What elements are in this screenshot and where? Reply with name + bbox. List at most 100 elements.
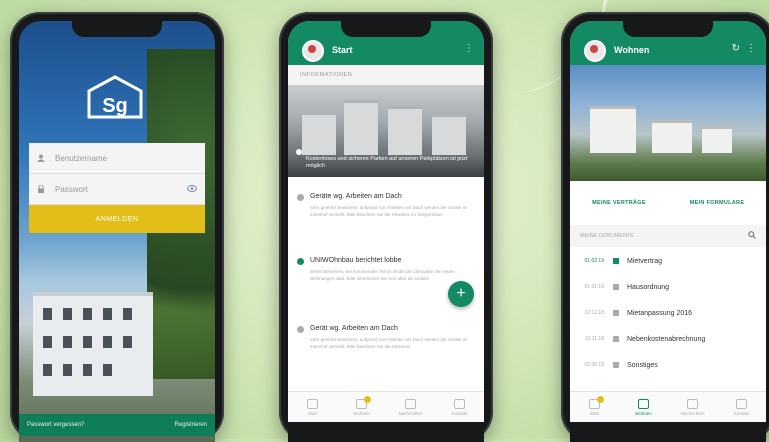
tab-label: Nachrichten <box>398 410 423 416</box>
phone-chin <box>570 422 766 442</box>
house-icon <box>638 398 649 409</box>
tab-label: Wohnen <box>353 410 370 416</box>
sg-logo: Sg <box>87 75 143 119</box>
mail-icon <box>687 398 698 409</box>
hero-text: Kostenloses und sicheres Parken auf unse… <box>306 155 468 170</box>
login-button[interactable]: ANMELDEN <box>29 205 205 233</box>
more-icon[interactable]: ⋮ <box>464 43 474 54</box>
document-label: Mietvertrag <box>627 257 663 265</box>
document-icon <box>613 310 619 316</box>
refresh-icon[interactable]: ↻ <box>732 43 740 54</box>
phone-notch <box>72 21 162 37</box>
news-dot-icon <box>297 326 304 333</box>
username-field[interactable]: Benutzername <box>29 143 205 174</box>
news-title: Gerät wg. Arbeiten am Dach <box>310 325 398 332</box>
news-body: Sehr geehrte Bewohner, aufgrund von Arbe… <box>310 205 468 218</box>
bottom-nav: Start Wohnen Nachrichten Kontakt <box>570 391 766 422</box>
search-placeholder: MEINE DOKUMENTE <box>580 233 635 239</box>
building-hero-image <box>570 65 766 181</box>
tab-label: Kontakt <box>733 410 750 416</box>
tab-label: Kontakt <box>451 410 468 416</box>
tab-meine-vertraege[interactable]: MEINE VERTRÄGE <box>570 181 668 225</box>
tab-nachrichten[interactable]: Nachrichten <box>668 392 717 422</box>
list-item[interactable]: Geräte wg. Arbeiten am Dach Sehr geehrte… <box>288 193 484 218</box>
phone-start: Start ⋮ INFORMATIONEN Kostenloses und si… <box>279 12 493 442</box>
add-button[interactable]: + <box>448 281 474 307</box>
page-title: Start <box>332 45 353 55</box>
building-image <box>33 292 153 396</box>
tab-bar: MEINE VERTRÄGE MEIN FORMULARE <box>570 181 766 226</box>
news-dot-icon <box>297 194 304 201</box>
phone-chin <box>288 422 484 442</box>
notification-badge <box>596 396 604 403</box>
tab-mein-formulare[interactable]: MEIN FORMULARE <box>668 181 766 225</box>
phone-wohnen: Wohnen ↻ ⋮ MEINE VERTRÄGE MEIN FORMULARE… <box>561 12 769 442</box>
news-title: Geräte wg. Arbeiten am Dach <box>310 193 402 200</box>
start-screen: Start ⋮ INFORMATIONEN Kostenloses und si… <box>288 21 484 442</box>
document-date: 12.12.18 <box>584 310 604 316</box>
avatar[interactable] <box>302 40 324 62</box>
eye-icon[interactable] <box>187 185 197 194</box>
document-date: 02.05.18 <box>584 362 604 368</box>
document-icon <box>613 362 619 368</box>
search-icon[interactable] <box>748 231 756 241</box>
tab-start[interactable]: Start <box>570 392 619 422</box>
document-label: Sonstiges <box>627 361 658 369</box>
document-label: Mietanpassung 2016 <box>627 309 692 317</box>
page-title: Wohnen <box>614 45 650 55</box>
document-label: Hausordnung <box>627 283 670 291</box>
login-screen: Sg Benutzername Passwort ANMELDEN Passwo… <box>19 21 215 442</box>
tab-wohnen[interactable]: Wohnen <box>619 392 668 422</box>
tab-wohnen[interactable]: Wohnen <box>337 392 386 422</box>
section-label: INFORMATIONEN <box>288 65 484 85</box>
hero-bullet-icon <box>296 149 302 155</box>
news-title: UNIWOhnbau berichtet lobbe <box>310 257 402 264</box>
tab-start[interactable]: Start <box>288 392 337 422</box>
user-icon <box>37 154 45 162</box>
avatar[interactable] <box>584 40 606 62</box>
forgot-password-link[interactable]: Passwort vergessen? <box>27 422 84 428</box>
logo-text: Sg <box>102 95 128 117</box>
document-date: 01.02.19 <box>584 258 604 264</box>
tab-kontakt[interactable]: Kontakt <box>435 392 484 422</box>
list-item[interactable]: Gerät wg. Arbeiten am Dach Sehr geehrte … <box>288 325 484 350</box>
document-icon <box>613 336 619 342</box>
document-row[interactable]: 01.02.19 Mietvertrag <box>570 253 766 269</box>
phone-notch <box>623 21 713 37</box>
news-dot-icon <box>297 258 304 265</box>
tab-label: Start <box>589 410 600 416</box>
tab-label: Nachrichten <box>680 410 705 416</box>
username-placeholder: Benutzername <box>55 153 108 163</box>
search-bar[interactable]: MEINE DOKUMENTE <box>570 225 766 247</box>
document-row[interactable]: 02.05.18 Sonstiges <box>570 357 766 373</box>
document-row[interactable]: 12.12.18 Mietanpassung 2016 <box>570 305 766 321</box>
wohnen-screen: Wohnen ↻ ⋮ MEINE VERTRÄGE MEIN FORMULARE… <box>570 21 766 442</box>
phone-login: Sg Benutzername Passwort ANMELDEN Passwo… <box>10 12 224 442</box>
document-date: 01.01.19 <box>584 284 604 290</box>
password-field[interactable]: Passwort <box>29 174 205 205</box>
news-body: Werte Bewohner, am kommenden Termin find… <box>310 269 455 282</box>
phone-notch <box>341 21 431 37</box>
news-body: Sehr geehrte Bewohner, aufgrund von Arbe… <box>310 337 468 350</box>
mail-icon <box>405 398 416 409</box>
document-date: 10.11.18 <box>584 336 604 342</box>
tab-nachrichten[interactable]: Nachrichten <box>386 392 435 422</box>
password-placeholder: Passwort <box>55 184 88 194</box>
home-icon <box>307 398 318 409</box>
document-row[interactable]: 10.11.18 Nebenkostenabrechnung <box>570 331 766 347</box>
tab-kontakt[interactable]: Kontakt <box>717 392 766 422</box>
news-hero-card[interactable]: Kostenloses und sicheres Parken auf unse… <box>288 85 484 177</box>
document-icon <box>613 258 619 264</box>
document-icon <box>613 284 619 290</box>
tab-label: Start <box>307 410 318 416</box>
register-link[interactable]: Registrieren <box>175 422 207 428</box>
more-icon[interactable]: ⋮ <box>746 43 756 54</box>
contact-icon <box>454 398 465 409</box>
document-label: Nebenkostenabrechnung <box>627 335 706 343</box>
lock-icon <box>37 184 45 193</box>
tab-label: Wohnen <box>635 410 652 416</box>
list-item[interactable]: UNIWOhnbau berichtet lobbe Werte Bewohne… <box>288 257 484 282</box>
notification-badge <box>363 396 371 403</box>
login-footer: Passwort vergessen? Registrieren <box>19 414 215 436</box>
document-row[interactable]: 01.01.19 Hausordnung <box>570 279 766 295</box>
